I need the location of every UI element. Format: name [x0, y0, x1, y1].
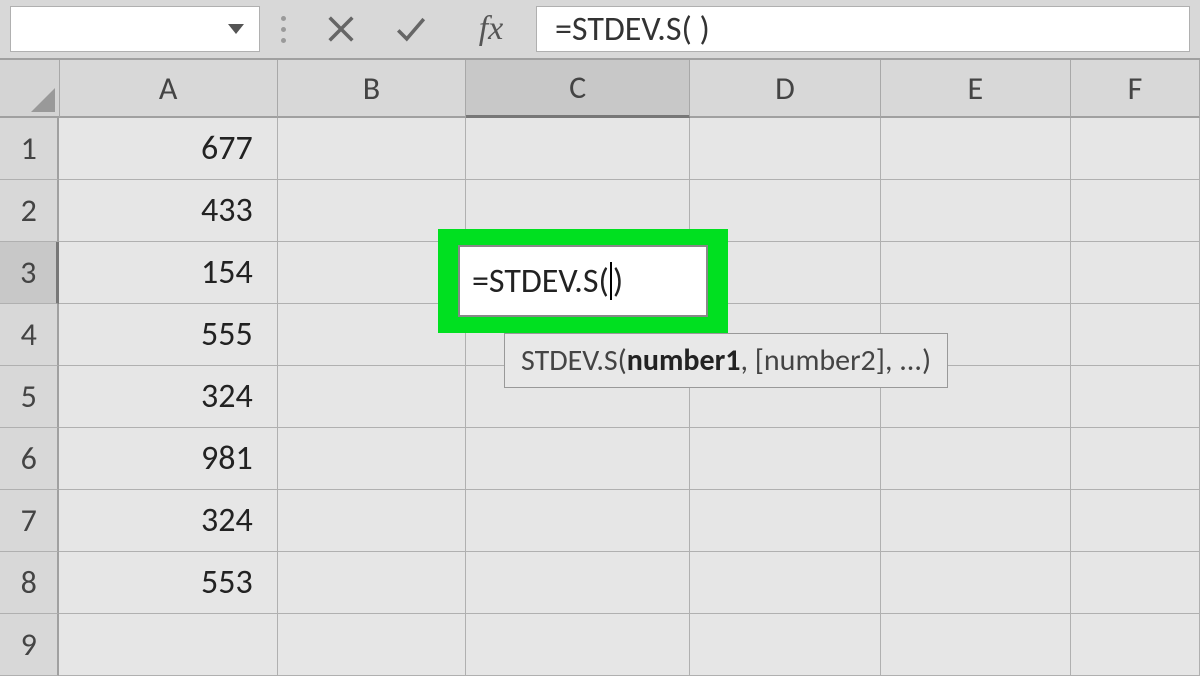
cancel-formula-button[interactable]: [306, 6, 376, 52]
cell-a5[interactable]: 324: [59, 366, 277, 428]
formula-input[interactable]: =STDEV.S( ): [536, 6, 1190, 52]
cell-a1[interactable]: 677: [59, 118, 277, 180]
cell-editor-after-cursor: ): [613, 261, 623, 302]
column-header-c[interactable]: C: [466, 60, 690, 118]
cell-f8[interactable]: [1071, 552, 1200, 614]
cell-b1[interactable]: [278, 118, 466, 180]
text-cursor-icon: [610, 262, 612, 300]
cell-a6[interactable]: 981: [59, 428, 277, 490]
table-row: 6 981: [0, 428, 1200, 490]
cell-d1[interactable]: [690, 118, 880, 180]
cell-editor-before-cursor: =STDEV.S(: [472, 261, 609, 302]
cell-c9[interactable]: [466, 614, 690, 676]
check-icon: [394, 12, 428, 46]
cell-c7[interactable]: [466, 490, 690, 552]
cell-f1[interactable]: [1071, 118, 1200, 180]
column-header-a[interactable]: A: [60, 60, 278, 118]
row-header-4[interactable]: 4: [0, 304, 59, 366]
cell-c6[interactable]: [466, 428, 690, 490]
cell-a4[interactable]: 555: [59, 304, 277, 366]
table-row: 8 553: [0, 552, 1200, 614]
cell-b9[interactable]: [278, 614, 466, 676]
cell-b8[interactable]: [278, 552, 466, 614]
cell-b6[interactable]: [278, 428, 466, 490]
name-box[interactable]: [10, 6, 260, 52]
cell-e9[interactable]: [881, 614, 1071, 676]
cell-d6[interactable]: [690, 428, 880, 490]
select-all-triangle-icon: [31, 88, 55, 112]
cell-d9[interactable]: [690, 614, 880, 676]
cell-f6[interactable]: [1071, 428, 1200, 490]
row-header-1[interactable]: 1: [0, 118, 59, 180]
cell-f9[interactable]: [1071, 614, 1200, 676]
cell-f5[interactable]: [1071, 366, 1200, 428]
table-row: 9: [0, 614, 1200, 676]
cell-d8[interactable]: [690, 552, 880, 614]
cell-a8[interactable]: 553: [59, 552, 277, 614]
column-header-d[interactable]: D: [690, 60, 880, 118]
row-header-5[interactable]: 5: [0, 366, 59, 428]
grid-rows: 1 677 2 433 3 154 4 555: [0, 118, 1200, 676]
cell-d7[interactable]: [690, 490, 880, 552]
row-header-8[interactable]: 8: [0, 552, 59, 614]
cell-f7[interactable]: [1071, 490, 1200, 552]
table-row: 7 324: [0, 490, 1200, 552]
expand-handle-icon[interactable]: [266, 16, 300, 43]
column-header-f[interactable]: F: [1071, 60, 1200, 118]
name-box-dropdown[interactable]: [221, 9, 251, 49]
row-header-9[interactable]: 9: [0, 614, 59, 676]
column-header-e[interactable]: E: [881, 60, 1071, 118]
cell-c1[interactable]: [466, 118, 690, 180]
insert-function-button[interactable]: fx: [446, 10, 536, 48]
enter-formula-button[interactable]: [376, 6, 446, 52]
select-all-corner[interactable]: [0, 60, 60, 118]
formula-text: =STDEV.S( ): [555, 9, 710, 50]
x-icon: [324, 12, 358, 46]
cell-a9[interactable]: [59, 614, 277, 676]
editing-cell-highlight: =STDEV.S(): [438, 229, 728, 333]
cell-e1[interactable]: [881, 118, 1071, 180]
cell-e7[interactable]: [881, 490, 1071, 552]
cell-c8[interactable]: [466, 552, 690, 614]
formula-bar: fx =STDEV.S( ): [0, 0, 1200, 60]
cell-e2[interactable]: [881, 180, 1071, 242]
cell-editor[interactable]: =STDEV.S(): [458, 245, 708, 317]
table-row: 1 677: [0, 118, 1200, 180]
cell-a3[interactable]: 154: [59, 242, 277, 304]
cell-e8[interactable]: [881, 552, 1071, 614]
tooltip-rest: , [number2], ...): [740, 342, 931, 379]
column-headers-row: A B C D E F: [0, 60, 1200, 118]
cell-b5[interactable]: [278, 366, 466, 428]
cell-a7[interactable]: 324: [59, 490, 277, 552]
cell-e3[interactable]: [881, 242, 1071, 304]
fx-icon: fx: [479, 10, 504, 47]
cell-b7[interactable]: [278, 490, 466, 552]
row-header-6[interactable]: 6: [0, 428, 59, 490]
cell-f3[interactable]: [1071, 242, 1200, 304]
tooltip-current-arg: number1: [627, 342, 741, 379]
cell-f2[interactable]: [1071, 180, 1200, 242]
row-header-3[interactable]: 3: [0, 242, 59, 304]
cell-e6[interactable]: [881, 428, 1071, 490]
tooltip-func: STDEV.S(: [521, 342, 627, 379]
column-header-b[interactable]: B: [278, 60, 466, 118]
row-header-2[interactable]: 2: [0, 180, 59, 242]
function-tooltip[interactable]: STDEV.S(number1, [number2], ...): [504, 333, 948, 388]
row-header-7[interactable]: 7: [0, 490, 59, 552]
cell-f4[interactable]: [1071, 304, 1200, 366]
cell-a2[interactable]: 433: [59, 180, 277, 242]
chevron-down-icon: [228, 24, 244, 34]
